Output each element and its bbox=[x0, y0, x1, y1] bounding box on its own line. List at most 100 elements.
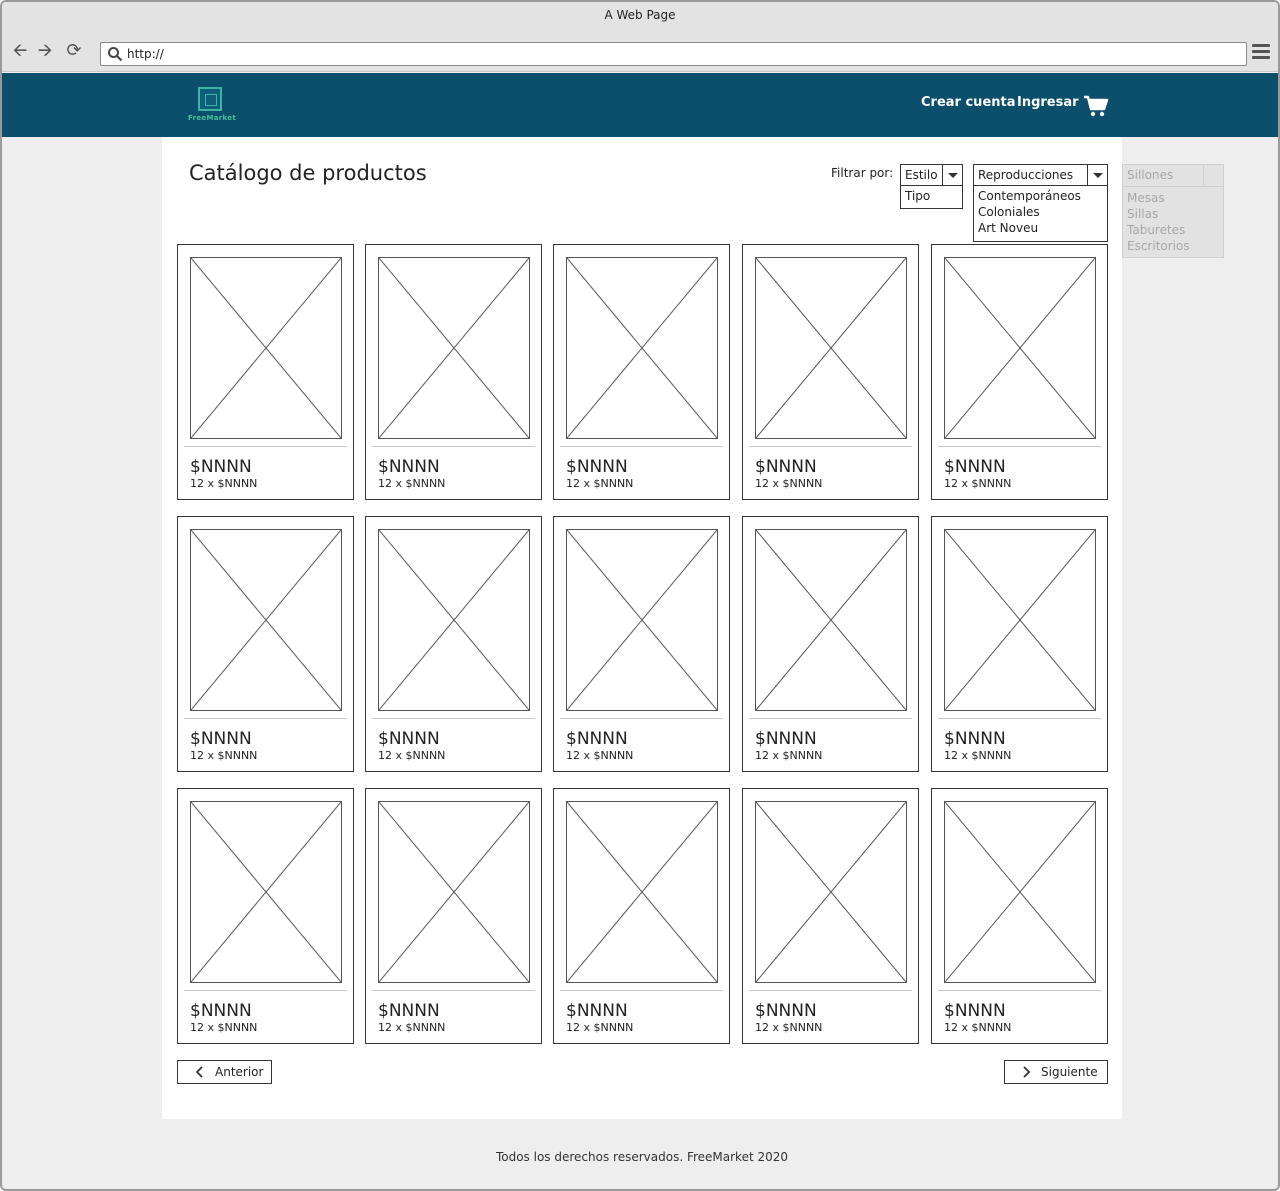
filter-value-option[interactable]: Contemporáneos bbox=[974, 188, 1107, 204]
product-image-placeholder bbox=[755, 801, 907, 983]
product-installments: 12 x $NNNN bbox=[755, 477, 823, 490]
chevron-right-icon bbox=[1023, 1066, 1031, 1078]
product-installments: 12 x $NNNN bbox=[755, 1021, 823, 1034]
back-arrow-icon[interactable]: 🡨 bbox=[10, 42, 30, 62]
product-image-placeholder bbox=[190, 257, 342, 439]
filter-value-option[interactable]: Art Noveu bbox=[974, 220, 1107, 236]
product-card[interactable]: $NNNN 12 x $NNNN bbox=[742, 788, 919, 1044]
product-card[interactable]: $NNNN 12 x $NNNN bbox=[177, 788, 354, 1044]
product-image-placeholder bbox=[378, 257, 530, 439]
product-image-placeholder bbox=[944, 257, 1096, 439]
image-placeholder-icon bbox=[756, 530, 906, 710]
disabled-category-select: Sillones bbox=[1123, 165, 1223, 187]
chevron-left-icon bbox=[195, 1066, 203, 1078]
product-installments: 12 x $NNNN bbox=[944, 749, 1012, 762]
product-card[interactable]: $NNNN 12 x $NNNN bbox=[365, 516, 542, 772]
card-divider bbox=[372, 990, 535, 991]
page-title: Catálogo de productos bbox=[189, 161, 427, 185]
product-image-placeholder bbox=[190, 801, 342, 983]
product-installments: 12 x $NNNN bbox=[190, 749, 258, 762]
image-placeholder-icon bbox=[756, 802, 906, 982]
footer-copyright: Todos los derechos reservados. FreeMarke… bbox=[495, 1150, 789, 1164]
disabled-category-option: Mesas bbox=[1127, 191, 1165, 205]
product-image-placeholder bbox=[190, 529, 342, 711]
product-card[interactable]: $NNNN 12 x $NNNN bbox=[365, 244, 542, 500]
product-card[interactable]: $NNNN 12 x $NNNN bbox=[553, 516, 730, 772]
cart-icon[interactable] bbox=[1083, 94, 1109, 118]
image-placeholder-icon bbox=[945, 530, 1095, 710]
product-price: $NNNN bbox=[944, 457, 1006, 477]
filter-value-dropdown: Contemporáneos Coloniales Art Noveu bbox=[973, 186, 1108, 242]
browser-toolbar: 🡨 🡪 ⟳ http:// bbox=[2, 30, 1278, 72]
filter-type-select[interactable]: Estilo bbox=[900, 164, 963, 186]
product-installments: 12 x $NNNN bbox=[944, 1021, 1012, 1034]
card-divider bbox=[938, 990, 1101, 991]
product-card[interactable]: $NNNN 12 x $NNNN bbox=[931, 516, 1108, 772]
product-image-placeholder bbox=[944, 529, 1096, 711]
logo[interactable]: FreeMarket bbox=[188, 87, 236, 127]
product-card[interactable]: $NNNN 12 x $NNNN bbox=[553, 788, 730, 1044]
product-card[interactable]: $NNNN 12 x $NNNN bbox=[742, 516, 919, 772]
disabled-category-option: Sillas bbox=[1127, 207, 1159, 221]
product-card[interactable]: $NNNN 12 x $NNNN bbox=[365, 788, 542, 1044]
product-price: $NNNN bbox=[378, 729, 440, 749]
previous-page-label: Anterior bbox=[215, 1065, 264, 1079]
catalog-panel: Catálogo de productos Filtrar por: Estil… bbox=[162, 137, 1122, 1119]
card-divider bbox=[184, 718, 347, 719]
filter-type-option[interactable]: Tipo bbox=[901, 188, 962, 204]
image-placeholder-icon bbox=[945, 258, 1095, 438]
product-installments: 12 x $NNNN bbox=[378, 477, 446, 490]
image-placeholder-icon bbox=[567, 802, 717, 982]
image-placeholder-icon bbox=[945, 802, 1095, 982]
next-page-button[interactable]: Siguiente bbox=[1004, 1060, 1108, 1084]
card-divider bbox=[560, 446, 723, 447]
product-price: $NNNN bbox=[755, 1001, 817, 1021]
card-divider bbox=[560, 990, 723, 991]
product-installments: 12 x $NNNN bbox=[566, 1021, 634, 1034]
product-card[interactable]: $NNNN 12 x $NNNN bbox=[742, 244, 919, 500]
product-price: $NNNN bbox=[378, 1001, 440, 1021]
reload-icon[interactable]: ⟳ bbox=[64, 42, 84, 62]
login-link[interactable]: Ingresar bbox=[1017, 95, 1079, 110]
disabled-category-option: Escritorios bbox=[1127, 239, 1190, 253]
product-price: $NNNN bbox=[378, 457, 440, 477]
product-image-placeholder bbox=[378, 801, 530, 983]
product-price: $NNNN bbox=[755, 457, 817, 477]
logo-mark-icon bbox=[198, 87, 222, 111]
product-installments: 12 x $NNNN bbox=[378, 1021, 446, 1034]
product-card[interactable]: $NNNN 12 x $NNNN bbox=[177, 516, 354, 772]
chevron-down-icon bbox=[1203, 165, 1223, 186]
product-price: $NNNN bbox=[190, 457, 252, 477]
browser-window: A Web Page 🡨 🡪 ⟳ http:// FreeMarket Crea… bbox=[0, 0, 1280, 1191]
product-card[interactable]: $NNNN 12 x $NNNN bbox=[553, 244, 730, 500]
filter-value-value: Reproducciones bbox=[978, 168, 1074, 182]
product-card[interactable]: $NNNN 12 x $NNNN bbox=[931, 244, 1108, 500]
product-installments: 12 x $NNNN bbox=[190, 477, 258, 490]
filter-value-select[interactable]: Reproducciones bbox=[973, 164, 1108, 186]
product-price: $NNNN bbox=[944, 729, 1006, 749]
card-divider bbox=[184, 990, 347, 991]
card-divider bbox=[372, 718, 535, 719]
product-price: $NNNN bbox=[566, 1001, 628, 1021]
hamburger-menu-icon[interactable] bbox=[1252, 44, 1270, 60]
card-divider bbox=[938, 446, 1101, 447]
filter-value-option[interactable]: Coloniales bbox=[974, 204, 1107, 220]
filter-type-value: Estilo bbox=[905, 168, 938, 182]
site-header: FreeMarket Crear cuenta Ingresar bbox=[2, 73, 1278, 137]
address-bar[interactable]: http:// bbox=[100, 42, 1247, 66]
forward-arrow-icon[interactable]: 🡪 bbox=[35, 42, 55, 62]
chevron-down-icon bbox=[1087, 165, 1107, 185]
chevron-down-icon bbox=[942, 165, 962, 185]
card-divider bbox=[372, 446, 535, 447]
card-divider bbox=[184, 446, 347, 447]
product-card[interactable]: $NNNN 12 x $NNNN bbox=[177, 244, 354, 500]
product-image-placeholder bbox=[566, 257, 718, 439]
image-placeholder-icon bbox=[191, 530, 341, 710]
create-account-link[interactable]: Crear cuenta bbox=[921, 95, 1016, 110]
previous-page-button[interactable]: Anterior bbox=[177, 1060, 272, 1084]
product-card[interactable]: $NNNN 12 x $NNNN bbox=[931, 788, 1108, 1044]
image-placeholder-icon bbox=[567, 530, 717, 710]
product-installments: 12 x $NNNN bbox=[190, 1021, 258, 1034]
product-price: $NNNN bbox=[566, 729, 628, 749]
next-page-label: Siguiente bbox=[1041, 1065, 1098, 1079]
